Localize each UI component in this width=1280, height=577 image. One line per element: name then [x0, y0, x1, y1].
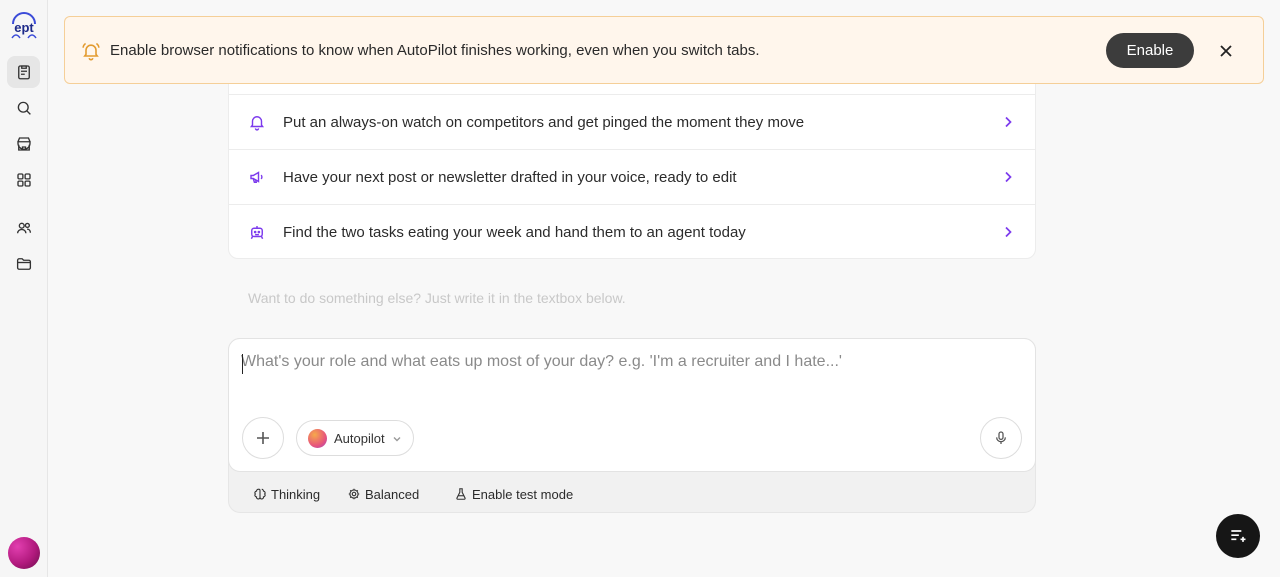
search-icon	[17, 101, 31, 115]
test-mode-toggle[interactable]: Enable test mode	[454, 485, 573, 503]
megaphone-icon	[250, 171, 263, 183]
user-avatar[interactable]	[8, 537, 40, 569]
sidebar: ept	[0, 0, 48, 577]
sidebar-item-tasks[interactable]	[7, 56, 40, 88]
microphone-icon	[996, 431, 1006, 444]
folder-icon	[16, 258, 31, 270]
composer-panel: Autopilot Thinking Balanced E	[228, 338, 1036, 513]
robot-icon	[250, 226, 264, 240]
composer-hint: Want to do something else? Just write it…	[248, 290, 626, 306]
balanced-mode-toggle[interactable]: Balanced	[347, 485, 419, 503]
bell-icon	[249, 116, 265, 131]
close-icon	[1220, 45, 1232, 57]
suggestion-item[interactable]: Find the two tasks eating your week and …	[229, 204, 1035, 258]
sidebar-item-search[interactable]	[7, 92, 40, 124]
flask-icon	[456, 488, 466, 500]
suggestion-text: Put an always-on watch on competitors an…	[283, 114, 805, 131]
chevron-right-icon	[1005, 171, 1012, 183]
logo-icon: ept	[11, 12, 37, 39]
sidebar-item-store[interactable]	[7, 128, 40, 160]
clipboard-icon	[17, 65, 30, 80]
store-icon	[16, 137, 31, 151]
svg-text:ept: ept	[14, 20, 34, 35]
sidebar-item-team[interactable]	[7, 212, 40, 244]
text-caret	[242, 354, 243, 374]
thinking-label: Thinking	[271, 486, 321, 502]
composer: Autopilot	[228, 338, 1036, 472]
suggestion-item[interactable]: Have your next post or newsletter drafte…	[229, 149, 1035, 204]
prompt-input[interactable]	[241, 353, 1021, 393]
sidebar-item-files[interactable]	[7, 248, 40, 280]
bell-ring-icon	[82, 42, 100, 61]
chevron-down-icon	[393, 437, 401, 442]
grid-icon	[16, 173, 31, 187]
brain-icon	[254, 488, 266, 500]
model-logo-icon	[308, 429, 327, 448]
feedback-fab-button[interactable]	[1216, 514, 1260, 558]
banner-message: Enable browser notifications to know whe…	[110, 42, 760, 59]
enable-notifications-button[interactable]: Enable	[1106, 33, 1194, 68]
settings-icon	[348, 488, 360, 500]
sidebar-item-apps[interactable]	[7, 164, 40, 196]
list-sparkle-icon	[1231, 530, 1246, 542]
test-mode-label: Enable test mode	[472, 486, 574, 502]
suggestions-card: Put an always-on watch on competitors an…	[228, 60, 1036, 259]
suggestion-item[interactable]: Put an always-on watch on competitors an…	[229, 94, 1035, 149]
thinking-toggle[interactable]: Thinking	[253, 485, 320, 503]
suggestion-text: Have your next post or newsletter drafte…	[283, 169, 737, 186]
chevron-right-icon	[1005, 226, 1012, 238]
plus-icon	[257, 432, 269, 444]
users-icon	[16, 222, 31, 234]
balanced-label: Balanced	[365, 486, 420, 502]
suggestion-text: Find the two tasks eating your week and …	[283, 224, 746, 241]
app-logo[interactable]: ept	[8, 10, 40, 40]
chevron-right-icon	[1005, 116, 1012, 128]
add-attachment-button[interactable]	[242, 417, 284, 459]
close-banner-button[interactable]	[1215, 40, 1237, 62]
model-label: Autopilot	[334, 431, 385, 446]
notification-banner: Enable browser notifications to know whe…	[64, 16, 1264, 84]
voice-input-button[interactable]	[980, 417, 1022, 459]
model-selector[interactable]: Autopilot	[296, 420, 414, 456]
